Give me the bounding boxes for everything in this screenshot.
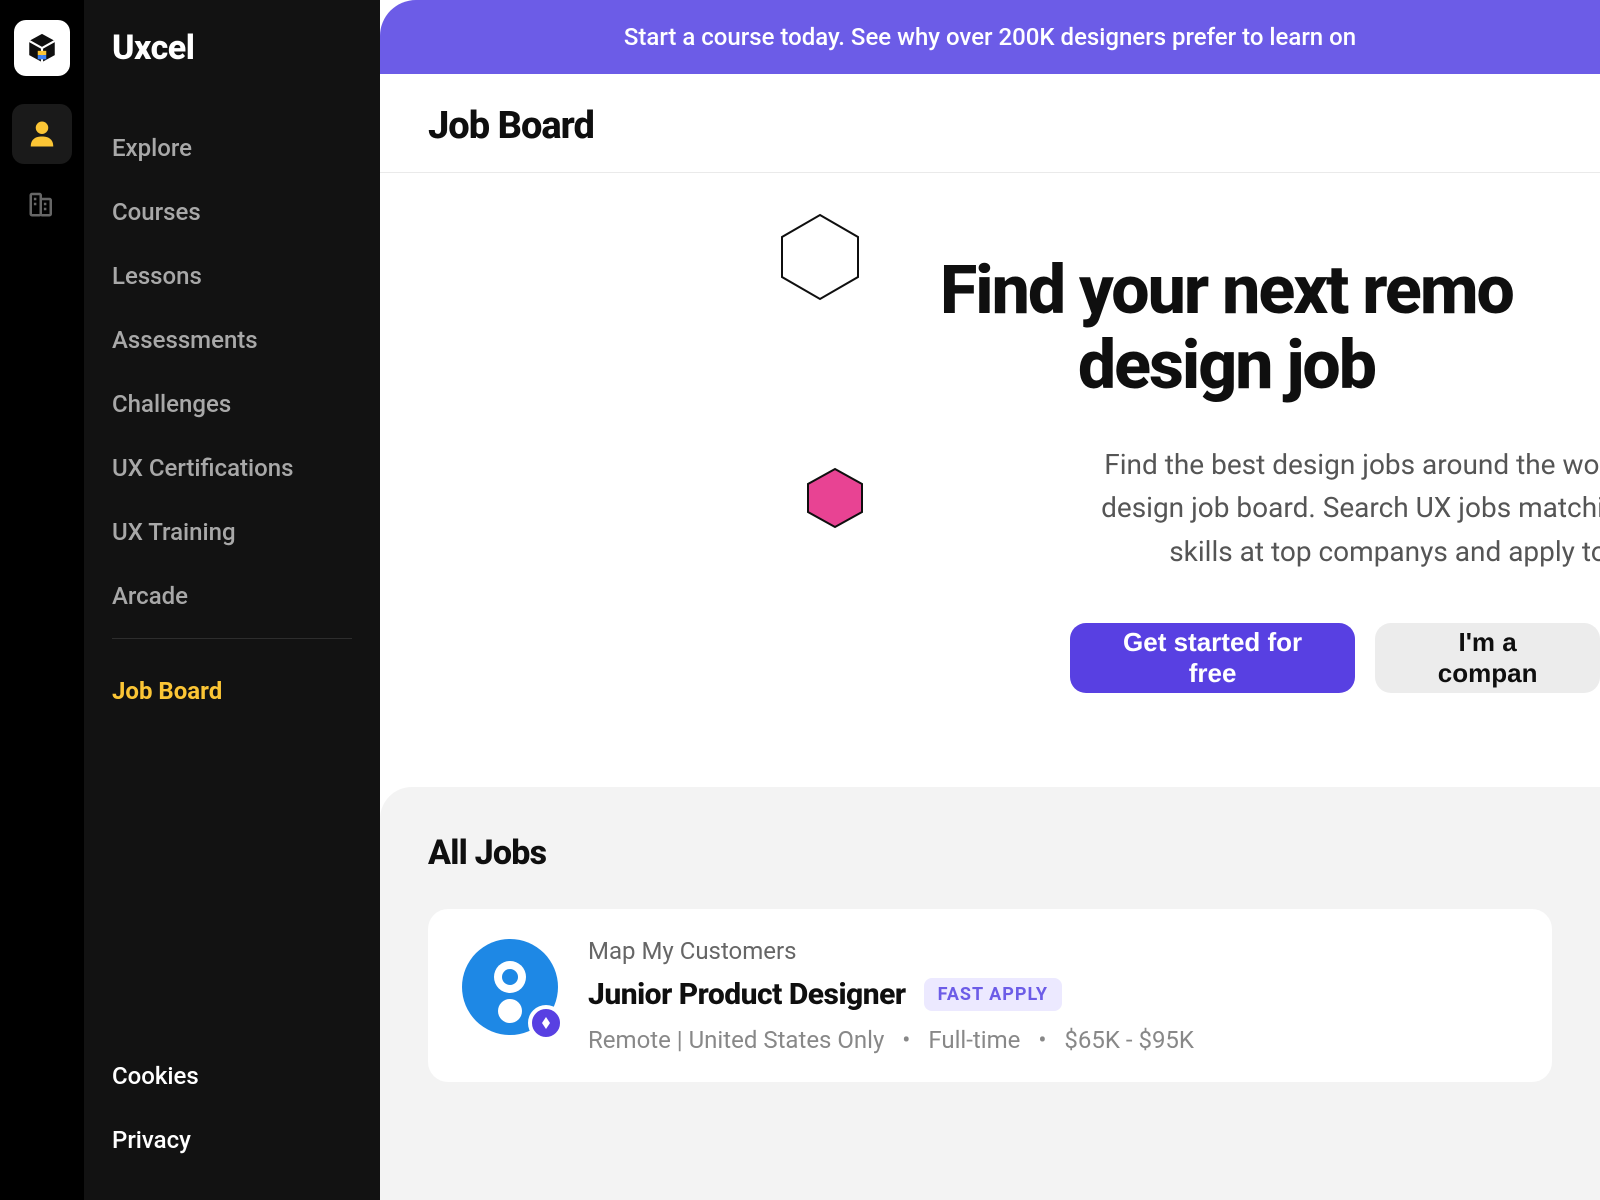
building-icon [27,189,57,219]
cube-icon [25,31,59,65]
nav-explore[interactable]: Explore [112,116,380,180]
nav-challenges[interactable]: Challenges [112,372,380,436]
company-button[interactable]: I'm a compan [1375,623,1600,693]
job-title-row: Junior Product Designer FAST APPLY [588,977,1520,1012]
nav-ux-training[interactable]: UX Training [112,500,380,564]
meta-separator: • [902,1026,910,1054]
hero-headline: Find your next remo design job [940,253,1513,403]
promo-banner[interactable]: Start a course today. See why over 200K … [380,0,1600,74]
nav-lessons[interactable]: Lessons [112,244,380,308]
app-logo-icon[interactable] [14,20,70,76]
hexagon-outline-icon [770,207,870,307]
nav-assessments[interactable]: Assessments [112,308,380,372]
app-rail [0,0,84,1200]
job-meta: Remote | United States Only • Full-time … [588,1026,1520,1054]
nav-ux-certifications[interactable]: UX Certifications [112,436,380,500]
rail-business-icon[interactable] [12,174,72,234]
main: Start a course today. See why over 200K … [380,0,1600,1200]
nav-courses[interactable]: Courses [112,180,380,244]
job-body: Map My Customers Junior Product Designer… [588,937,1520,1054]
get-started-button[interactable]: Get started for free [1070,623,1355,693]
rail-profile-icon[interactable] [12,104,72,164]
job-location: Remote | United States Only [588,1026,884,1054]
hero: Find your next remo design job Find the … [380,173,1600,787]
job-salary: $65K - $95K [1064,1026,1194,1054]
sidebar-footer: Cookies Privacy [112,1044,380,1172]
hero-buttons: Get started for free I'm a compan [1070,623,1600,693]
hero-line1: Find your next remo [940,253,1513,328]
brand-title: Uxcel [112,28,380,68]
all-jobs-title: All Jobs [428,833,1552,873]
page-title: Job Board [428,104,1552,148]
hero-line2: design job [940,328,1513,403]
page-title-bar: Job Board [380,74,1600,173]
hexagon-filled-icon [800,463,870,533]
hero-subtitle: Find the best design jobs around the wor… [960,443,1600,573]
footer-cookies[interactable]: Cookies [112,1044,380,1108]
job-card[interactable]: Map My Customers Junior Product Designer… [428,909,1552,1082]
all-jobs-section: All Jobs Map My Customers Junior Product… [380,787,1600,1200]
job-type: Full-time [928,1026,1020,1054]
job-company-name: Map My Customers [588,937,1520,965]
company-logo-icon [460,937,560,1037]
nav-arcade[interactable]: Arcade [112,564,380,628]
sidebar: Uxcel Explore Courses Lessons Assessment… [84,0,380,1200]
person-icon [27,119,57,149]
footer-privacy[interactable]: Privacy [112,1108,380,1172]
fast-apply-badge: FAST APPLY [924,978,1062,1011]
job-title: Junior Product Designer [588,977,906,1012]
nav-divider [112,638,352,639]
meta-separator: • [1038,1026,1046,1054]
nav-job-board[interactable]: Job Board [112,659,380,723]
